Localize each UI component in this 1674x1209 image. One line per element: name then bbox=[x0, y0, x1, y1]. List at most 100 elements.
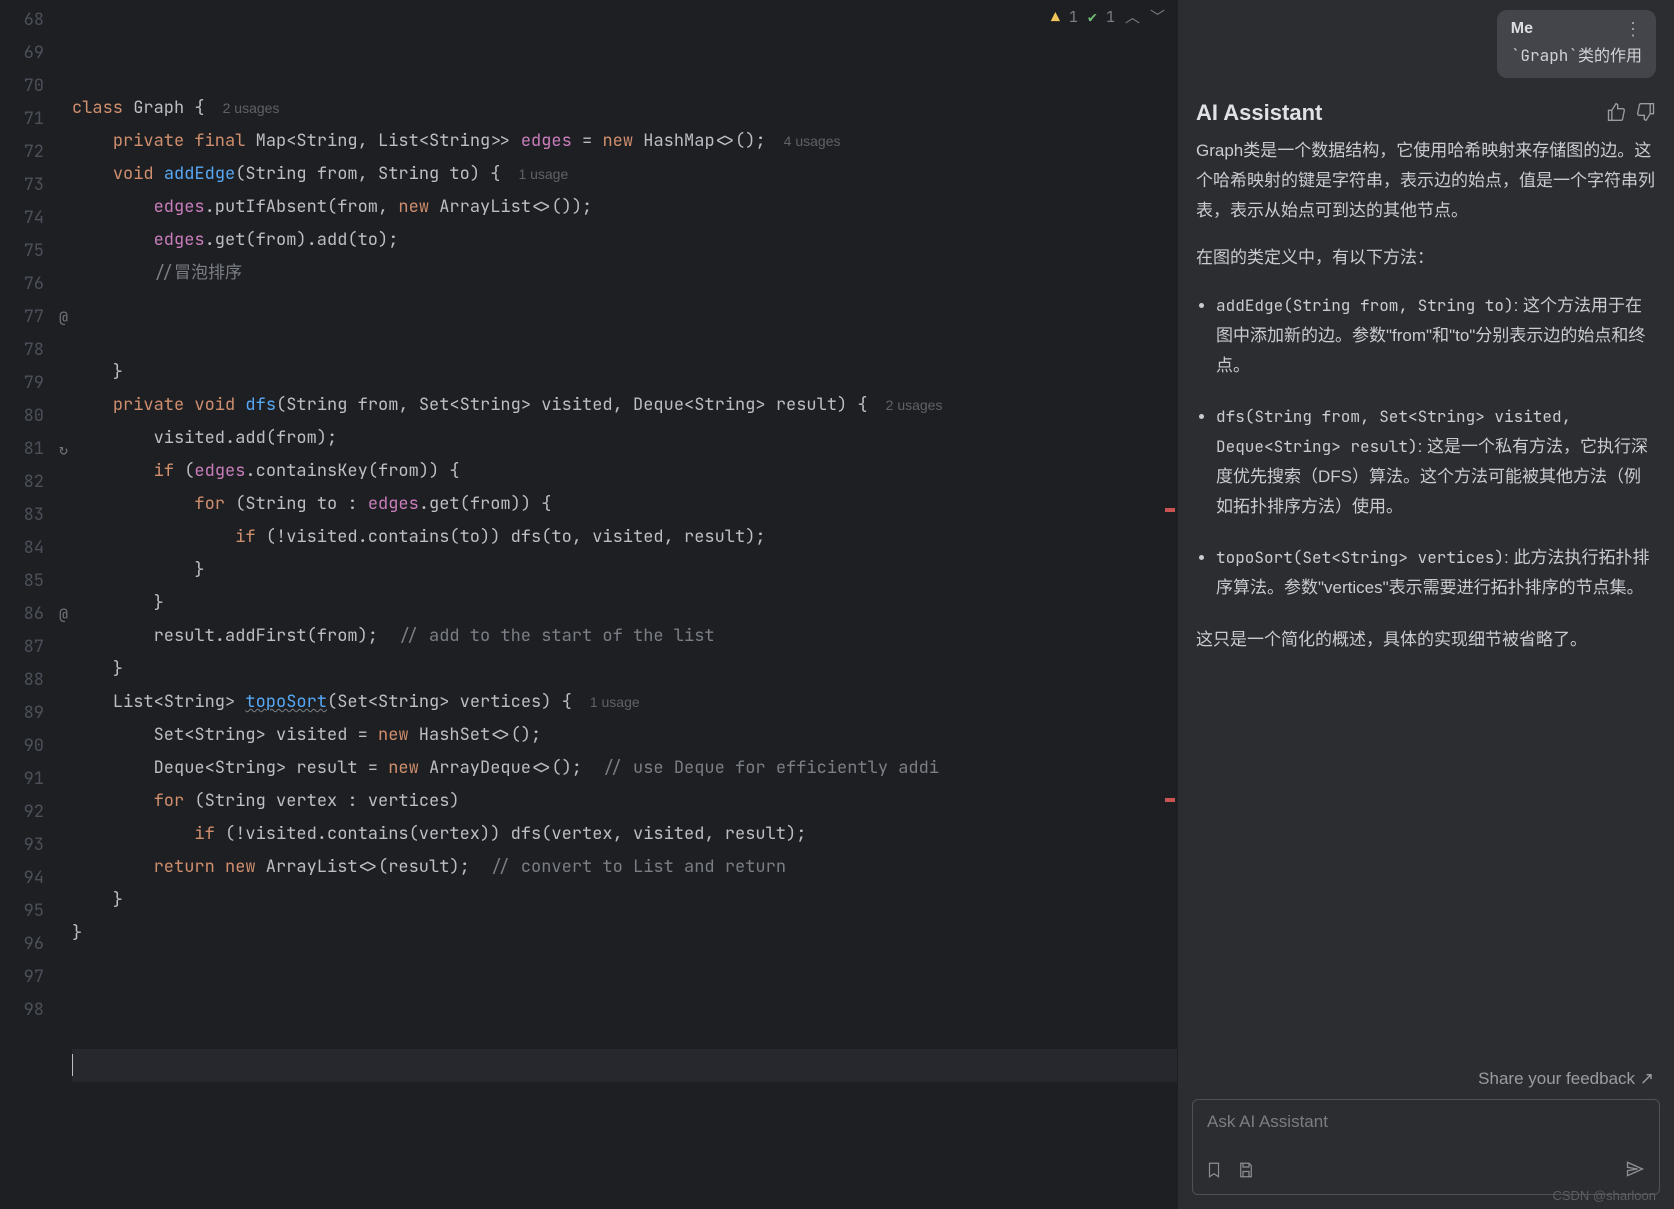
share-feedback-link[interactable]: Share your feedback ↗ bbox=[1178, 1065, 1674, 1099]
line-number: 84 bbox=[0, 532, 72, 565]
message-menu-icon[interactable]: ⋮ bbox=[1624, 20, 1642, 38]
usage-hint: 1 usage bbox=[500, 166, 568, 182]
code-line[interactable]: } bbox=[72, 554, 1177, 587]
line-number: 88 bbox=[0, 664, 72, 697]
code-line[interactable] bbox=[72, 950, 1177, 983]
code-line[interactable]: visited.add(from); bbox=[72, 422, 1177, 455]
line-number: 97 bbox=[0, 961, 72, 994]
code-line[interactable]: } bbox=[72, 356, 1177, 389]
line-number: 68 bbox=[0, 4, 72, 37]
line-number: 82 bbox=[0, 466, 72, 499]
code-editor-pane: 68697071727374757677@78798081↻8283848586… bbox=[0, 0, 1177, 1209]
line-number: 71 bbox=[0, 103, 72, 136]
line-number: 83 bbox=[0, 499, 72, 532]
line-number: 98 bbox=[0, 994, 72, 1027]
gutter-icon[interactable]: ↻ bbox=[59, 433, 68, 466]
code-line[interactable] bbox=[72, 290, 1177, 323]
ok-badge[interactable]: ✔ 1 bbox=[1088, 7, 1115, 27]
code-line[interactable]: if (edges.containsKey(from)) { bbox=[72, 455, 1177, 488]
line-number-gutter: 68697071727374757677@78798081↻8283848586… bbox=[0, 0, 72, 1209]
code-line[interactable]: void addEdge(String from, String to) {1 … bbox=[72, 158, 1177, 191]
code-line[interactable]: Deque<String> result = new ArrayDeque<>(… bbox=[72, 752, 1177, 785]
chat-scroll[interactable]: Me ⋮ `Graph`类的作用 AI Assistant Graph类是一个数… bbox=[1178, 0, 1674, 1065]
code-line[interactable]: for (String vertex : vertices) bbox=[72, 785, 1177, 818]
code-line[interactable]: } bbox=[72, 917, 1177, 950]
line-number: 78 bbox=[0, 334, 72, 367]
code-line[interactable]: return new ArrayList<>(result); // conve… bbox=[72, 851, 1177, 884]
assistant-list-item: topoSort(Set<String> vertices): 此方法执行拓扑排… bbox=[1216, 543, 1656, 603]
code-line[interactable]: private final Map<String, List<String>> … bbox=[72, 125, 1177, 158]
code-line[interactable] bbox=[72, 1082, 1177, 1115]
assistant-paragraph: 在图的类定义中，有以下方法： bbox=[1196, 243, 1656, 273]
line-number: 91 bbox=[0, 763, 72, 796]
line-number: 89 bbox=[0, 697, 72, 730]
line-number: 80 bbox=[0, 400, 72, 433]
gutter-icon[interactable]: @ bbox=[59, 301, 68, 334]
line-number: 93 bbox=[0, 829, 72, 862]
code-line[interactable]: edges.putIfAbsent(from, new ArrayList<>(… bbox=[72, 191, 1177, 224]
usage-hint: 1 usage bbox=[572, 694, 640, 710]
user-message-bubble: Me ⋮ `Graph`类的作用 bbox=[1497, 10, 1656, 78]
code-line[interactable]: edges.get(from).add(to); bbox=[72, 224, 1177, 257]
code-line[interactable]: if (!visited.contains(to)) dfs(to, visit… bbox=[72, 521, 1177, 554]
line-number: 90 bbox=[0, 730, 72, 763]
assistant-list-item: addEdge(String from, String to): 这个方法用于在… bbox=[1216, 291, 1656, 380]
line-number: 95 bbox=[0, 895, 72, 928]
code-line[interactable]: List<String> topoSort(Set<String> vertic… bbox=[72, 686, 1177, 719]
code-line[interactable]: if (!visited.contains(vertex)) dfs(verte… bbox=[72, 818, 1177, 851]
line-number: 94 bbox=[0, 862, 72, 895]
line-number: 74 bbox=[0, 202, 72, 235]
line-number: 96 bbox=[0, 928, 72, 961]
thumbs-down-icon[interactable] bbox=[1636, 102, 1656, 125]
code-line[interactable]: class Graph {2 usages bbox=[72, 92, 1177, 125]
bookmark-icon[interactable] bbox=[1205, 1161, 1223, 1184]
usage-hint: 2 usages bbox=[205, 100, 280, 116]
code-line[interactable] bbox=[72, 983, 1177, 1016]
line-number: 79 bbox=[0, 367, 72, 400]
prev-highlight-icon[interactable]: ︿ bbox=[1125, 6, 1140, 27]
code-area[interactable]: ▲ 1 ✔ 1 ︿ ﹀ class Graph {2 usages privat… bbox=[72, 0, 1177, 1209]
code-line[interactable]: } bbox=[72, 587, 1177, 620]
code-line[interactable]: result.addFirst(from); // add to the sta… bbox=[72, 620, 1177, 653]
line-number: 75 bbox=[0, 235, 72, 268]
code-line[interactable]: for (String to : edges.get(from)) { bbox=[72, 488, 1177, 521]
line-number: 69 bbox=[0, 37, 72, 70]
ai-assistant-pane: Me ⋮ `Graph`类的作用 AI Assistant Graph类是一个数… bbox=[1177, 0, 1674, 1209]
user-message-text: `Graph`类的作用 bbox=[1511, 42, 1642, 66]
assistant-input-placeholder: Ask AI Assistant bbox=[1207, 1112, 1328, 1131]
assistant-body: Graph类是一个数据结构，它使用哈希映射来存储图的边。这个哈希映射的键是字符串… bbox=[1196, 136, 1656, 655]
editor-inspection-badges: ▲ 1 ✔ 1 ︿ ﹀ bbox=[1051, 6, 1165, 27]
line-number: 92 bbox=[0, 796, 72, 829]
code-line[interactable] bbox=[72, 1049, 1177, 1082]
code-line[interactable]: Set<String> visited = new HashSet<>(); bbox=[72, 719, 1177, 752]
warning-badge[interactable]: ▲ 1 bbox=[1051, 7, 1078, 27]
gutter-icon[interactable]: @ bbox=[59, 598, 68, 631]
user-label: Me bbox=[1511, 20, 1533, 38]
line-number: 72 bbox=[0, 136, 72, 169]
code-line[interactable]: //冒泡排序 bbox=[72, 257, 1177, 290]
line-number: 73 bbox=[0, 169, 72, 202]
code-line[interactable]: } bbox=[72, 884, 1177, 917]
code-line[interactable]: } bbox=[72, 653, 1177, 686]
code-line[interactable] bbox=[72, 323, 1177, 356]
line-number: 77@ bbox=[0, 301, 72, 334]
send-icon[interactable] bbox=[1625, 1159, 1645, 1184]
save-icon[interactable] bbox=[1237, 1161, 1255, 1184]
usage-hint: 4 usages bbox=[766, 133, 841, 149]
line-number: 87 bbox=[0, 631, 72, 664]
thumbs-up-icon[interactable] bbox=[1606, 102, 1626, 125]
assistant-paragraph: 这只是一个简化的概述，具体的实现细节被省略了。 bbox=[1196, 625, 1656, 655]
assistant-title: AI Assistant bbox=[1196, 100, 1322, 126]
line-number: 85 bbox=[0, 565, 72, 598]
code-line[interactable]: private void dfs(String from, Set<String… bbox=[72, 389, 1177, 422]
line-number: 76 bbox=[0, 268, 72, 301]
line-number: 70 bbox=[0, 70, 72, 103]
line-number: 86@ bbox=[0, 598, 72, 631]
code-line[interactable] bbox=[72, 1016, 1177, 1049]
line-number: 81↻ bbox=[0, 433, 72, 466]
assistant-message: AI Assistant Graph类是一个数据结构，它使用哈希映射来存储图的边… bbox=[1196, 100, 1656, 655]
assistant-list-item: dfs(String from, Set<String> visited, De… bbox=[1216, 402, 1656, 521]
assistant-paragraph: Graph类是一个数据结构，它使用哈希映射来存储图的边。这个哈希映射的键是字符串… bbox=[1196, 136, 1656, 225]
assistant-input[interactable]: Ask AI Assistant bbox=[1192, 1099, 1660, 1195]
usage-hint: 2 usages bbox=[868, 397, 943, 413]
